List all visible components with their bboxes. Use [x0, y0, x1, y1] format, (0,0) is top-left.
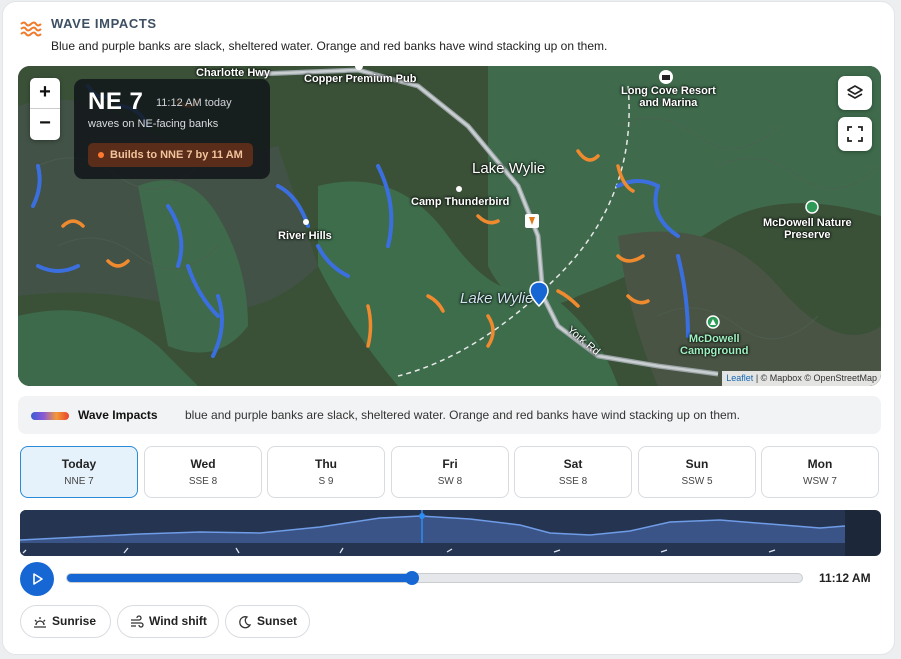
- fullscreen-icon: [847, 126, 863, 142]
- day-tab-thu[interactable]: Thu S 9: [267, 446, 385, 498]
- day-selector: Today NNE 7 Wed SSE 8 Thu S 9 Fri SW 8 S…: [20, 446, 880, 499]
- attribution-text: | © Mapbox © OpenStreetMap: [755, 373, 877, 383]
- time-slider-fill: [67, 574, 413, 582]
- day-tab-today[interactable]: Today NNE 7: [20, 446, 138, 498]
- day-wind: S 9: [318, 476, 334, 487]
- wave-legend: Wave Impacts blue and purple banks are s…: [18, 396, 881, 434]
- map-attribution: Leaflet | © Mapbox © OpenStreetMap: [722, 371, 881, 386]
- layers-button[interactable]: [838, 76, 872, 110]
- day-tab-wed[interactable]: Wed SSE 8: [144, 446, 262, 498]
- poi-dot-icon: [456, 186, 462, 192]
- reading-time: 11:12 AM today: [156, 97, 232, 109]
- wind-shift-button[interactable]: Wind shift: [117, 605, 219, 638]
- map-label-river-hills: River Hills: [278, 230, 332, 242]
- wave-impacts-card: WAVE IMPACTS Blue and purple banks are s…: [2, 1, 895, 655]
- poi-dot-icon: [303, 219, 309, 225]
- map-label-camp-thunderbird: Camp Thunderbird: [411, 196, 510, 208]
- zoom-control: + −: [30, 78, 60, 140]
- park-icon: [805, 200, 819, 214]
- highway-shield-icon: [525, 214, 539, 228]
- day-wind: SSE 8: [188, 476, 218, 487]
- day-tab-mon[interactable]: Mon WSW 7: [761, 446, 879, 498]
- map-label-lake-wylie-water: Lake Wylie: [460, 290, 534, 307]
- day-name: Wed: [190, 457, 216, 471]
- marina-icon: [659, 70, 673, 84]
- day-name: Sat: [563, 457, 583, 471]
- play-button[interactable]: [20, 562, 54, 596]
- leaflet-link[interactable]: Leaflet: [726, 373, 753, 383]
- day-tab-sun[interactable]: Sun SSW 5: [638, 446, 756, 498]
- fullscreen-button[interactable]: [838, 117, 872, 151]
- map-label-long-cove: Long Cove Resort and Marina: [621, 85, 716, 109]
- legend-text: blue and purple banks are slack, shelter…: [185, 408, 741, 422]
- chip-label: Sunrise: [52, 614, 97, 628]
- sunset-button[interactable]: Sunset: [225, 605, 310, 638]
- day-name: Mon: [807, 457, 833, 471]
- day-wind: SSW 5: [681, 476, 713, 487]
- day-wind: SSE 8: [558, 476, 588, 487]
- campground-icon: [706, 315, 720, 329]
- layers-icon: [847, 85, 863, 99]
- wind-profile-graph: [20, 510, 846, 556]
- map-label-mcdowell-nature: McDowell Nature Preserve: [763, 217, 852, 241]
- wind-icon: [131, 615, 144, 628]
- legend-title: Wave Impacts: [78, 408, 158, 422]
- zoom-out-button[interactable]: −: [30, 109, 60, 140]
- chip-label: Wind shift: [149, 614, 207, 628]
- poi-marker-icon: [355, 66, 363, 70]
- wind-info-panel: NE 7 11:12 AM today waves on NE-facing b…: [74, 79, 270, 179]
- day-tab-fri[interactable]: Fri SW 8: [391, 446, 509, 498]
- current-time: 11:12 AM: [819, 571, 871, 585]
- map-label-charlotte-hwy: Charlotte Hwy: [196, 67, 270, 79]
- wave-map[interactable]: + − NE 7 11:12 AM today waves on NE-faci…: [18, 66, 881, 386]
- location-pin-icon[interactable]: [529, 281, 549, 307]
- map-label-copper-pub: Copper Premium Pub: [304, 73, 417, 85]
- reading-subtitle: waves on NE-facing banks: [88, 118, 219, 130]
- forecast-badge: Builds to NNE 7 by 11 AM: [88, 143, 253, 167]
- play-icon: [33, 573, 43, 585]
- day-name: Thu: [315, 457, 337, 471]
- sunrise-button[interactable]: Sunrise: [20, 605, 111, 638]
- waves-icon: [20, 21, 42, 37]
- time-slider[interactable]: [66, 571, 803, 585]
- day-name: Sun: [685, 457, 709, 471]
- card-subtitle: Blue and purple banks are slack, shelter…: [51, 39, 608, 53]
- zoom-in-button[interactable]: +: [30, 78, 60, 109]
- time-slider-handle[interactable]: [405, 571, 420, 585]
- wind-timeline-strip[interactable]: [20, 510, 881, 556]
- map-label-mcdowell-campground: McDowell Campground: [680, 333, 749, 357]
- day-name: Today: [61, 457, 97, 471]
- legend-gradient: [31, 412, 69, 420]
- day-wind: WSW 7: [803, 476, 837, 487]
- moon-icon: [239, 616, 252, 629]
- day-wind: SW 8: [437, 476, 463, 487]
- wind-reading: NE 7: [88, 88, 144, 115]
- day-tab-sat[interactable]: Sat SSE 8: [514, 446, 632, 498]
- sunrise-icon: [34, 617, 46, 628]
- card-title: WAVE IMPACTS: [51, 16, 157, 31]
- day-name: Fri: [442, 457, 458, 471]
- chip-label: Sunset: [257, 614, 298, 628]
- map-label-lake-wylie-town: Lake Wylie: [472, 160, 546, 177]
- day-wind: NNE 7: [64, 476, 94, 487]
